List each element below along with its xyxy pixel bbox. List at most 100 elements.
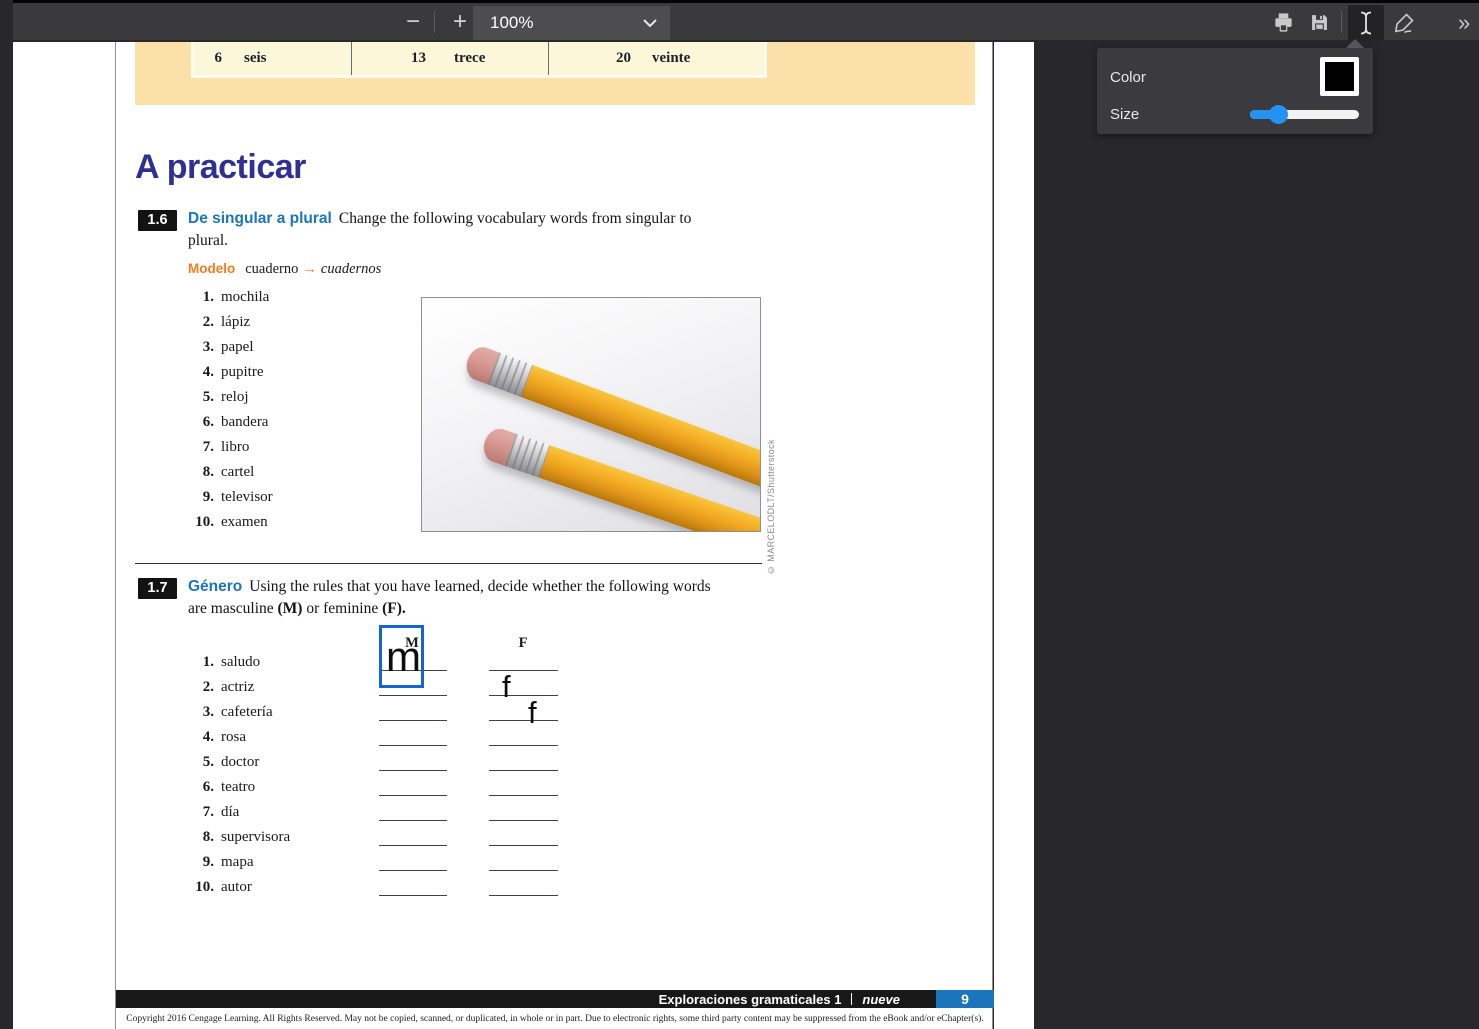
f-answer-blank[interactable]	[489, 820, 558, 821]
f-answer-blank[interactable]	[489, 895, 558, 896]
gender-row: 8. supervisora	[188, 825, 668, 850]
exercise-title: Género	[188, 578, 242, 595]
number-word: trece	[454, 50, 485, 67]
color-swatch[interactable]	[1320, 57, 1359, 96]
zoom-out-button[interactable]: −	[398, 5, 428, 39]
item-number: 9.	[188, 850, 214, 875]
size-slider[interactable]	[1250, 110, 1359, 119]
item-word: cafetería	[221, 700, 273, 725]
gender-row: 7. día	[188, 800, 668, 825]
item-number: 7.	[188, 800, 214, 825]
item-number: 2.	[188, 310, 214, 335]
list-item: 1. mochila	[188, 285, 273, 310]
list-item: 2. lápiz	[188, 310, 273, 335]
m-answer-blank[interactable]	[379, 745, 447, 746]
annotation-text-m[interactable]: m	[386, 636, 421, 678]
item-number: 3.	[188, 700, 214, 725]
vocabulary-table-band: 6 seis 13 trece 20 veinte	[135, 42, 975, 105]
expand-icon[interactable]: »	[1458, 6, 1470, 40]
item-word: papel	[221, 335, 253, 360]
item-number: 1.	[188, 285, 214, 310]
selected-color	[1325, 62, 1354, 91]
zoom-level-dropdown[interactable]: 100%	[473, 6, 670, 40]
item-word: mapa	[221, 850, 253, 875]
panel-caret	[1346, 39, 1364, 48]
gender-row: 1. saludo	[188, 650, 668, 675]
f-answer-blank[interactable]	[489, 845, 558, 846]
list-item: 7. libro	[188, 435, 273, 460]
page-number-badge: 9	[936, 990, 994, 1008]
f-answer-blank[interactable]	[489, 720, 558, 721]
item-word: reloj	[221, 385, 249, 410]
number-digit: 13	[352, 50, 426, 67]
modelo-from: cuaderno	[245, 261, 298, 277]
save-icon[interactable]	[1309, 12, 1330, 33]
f-answer-blank[interactable]	[489, 770, 558, 771]
color-label: Color	[1110, 69, 1146, 86]
f-answer-blank[interactable]	[489, 870, 558, 871]
m-answer-blank[interactable]	[379, 845, 447, 846]
text-tool-options-panel: Color Size	[1097, 48, 1373, 134]
chevron-down-icon	[642, 18, 658, 28]
item-word: día	[221, 800, 239, 825]
exercise-17-text: GéneroUsing the rules that you have lear…	[188, 576, 808, 619]
f-answer-blank[interactable]	[489, 670, 558, 671]
item-word: rosa	[221, 725, 246, 750]
zoom-level-value: 100%	[473, 13, 642, 33]
text-tool-icon	[1358, 10, 1374, 36]
m-answer-blank[interactable]	[379, 695, 447, 696]
list-item: 3. papel	[188, 335, 273, 360]
m-answer-blank[interactable]	[379, 720, 447, 721]
m-answer-blank[interactable]	[379, 895, 447, 896]
section-title: A practicar	[135, 148, 306, 187]
annotation-text-f[interactable]: f	[528, 698, 537, 728]
number-word: seis	[244, 50, 267, 67]
exercise-instructions: plural.	[188, 232, 228, 249]
item-number: 10.	[188, 510, 214, 535]
m-answer-blank[interactable]	[379, 870, 447, 871]
ebook-page: 6 seis 13 trece 20 veinte A practicar 1.…	[115, 42, 993, 1029]
number-cell: 13 trece	[352, 42, 549, 75]
pen-icon[interactable]	[1392, 11, 1416, 35]
item-word: actriz	[221, 675, 254, 700]
item-number: 8.	[188, 825, 214, 850]
list-item: 10. examen	[188, 510, 273, 535]
text-tool-button-active[interactable]	[1348, 5, 1384, 41]
gender-row: 6. teatro	[188, 775, 668, 800]
item-number: 6.	[188, 410, 214, 435]
copyright-notice: Copyright 2016 Cengage Learning. All Rig…	[116, 1014, 994, 1024]
m-answer-blank[interactable]	[379, 795, 447, 796]
gender-row: 10. autor	[188, 875, 668, 900]
pencils-photo	[421, 297, 761, 532]
modelo-label: Modelo	[188, 261, 235, 276]
size-slider-thumb[interactable]	[1269, 105, 1288, 124]
number-digit: 6	[202, 50, 222, 67]
f-answer-blank[interactable]	[489, 745, 558, 746]
exercise-instructions: Change the following vocabulary words fr…	[339, 210, 692, 227]
item-number: 2.	[188, 675, 214, 700]
list-item: 6. bandera	[188, 410, 273, 435]
f-answer-blank[interactable]	[489, 795, 558, 796]
previous-page-edge	[13, 42, 115, 1029]
m-answer-blank[interactable]	[379, 770, 447, 771]
m-answer-blank[interactable]	[379, 820, 447, 821]
item-word: televisor	[221, 485, 273, 510]
item-word: cartel	[221, 460, 254, 485]
annotation-text-f[interactable]: f	[502, 672, 511, 702]
item-number: 4.	[188, 360, 214, 385]
item-word: doctor	[221, 750, 259, 775]
exercise-instructions: are masculine	[188, 600, 278, 617]
toolbar-divider	[434, 11, 435, 33]
item-number: 3.	[188, 335, 214, 360]
printer-icon[interactable]	[1272, 11, 1295, 34]
gender-row: 5. doctor	[188, 750, 668, 775]
gender-row: 4. rosa	[188, 725, 668, 750]
text-annotation-box-selected[interactable]: m	[379, 625, 424, 688]
item-number: 9.	[188, 485, 214, 510]
item-word: bandera	[221, 410, 268, 435]
toolbar-divider	[1341, 11, 1342, 33]
f-answer-blank[interactable]	[489, 695, 558, 696]
zoom-in-button[interactable]: +	[445, 5, 475, 39]
item-word: supervisora	[221, 825, 290, 850]
feminine-token: (F).	[382, 600, 406, 617]
